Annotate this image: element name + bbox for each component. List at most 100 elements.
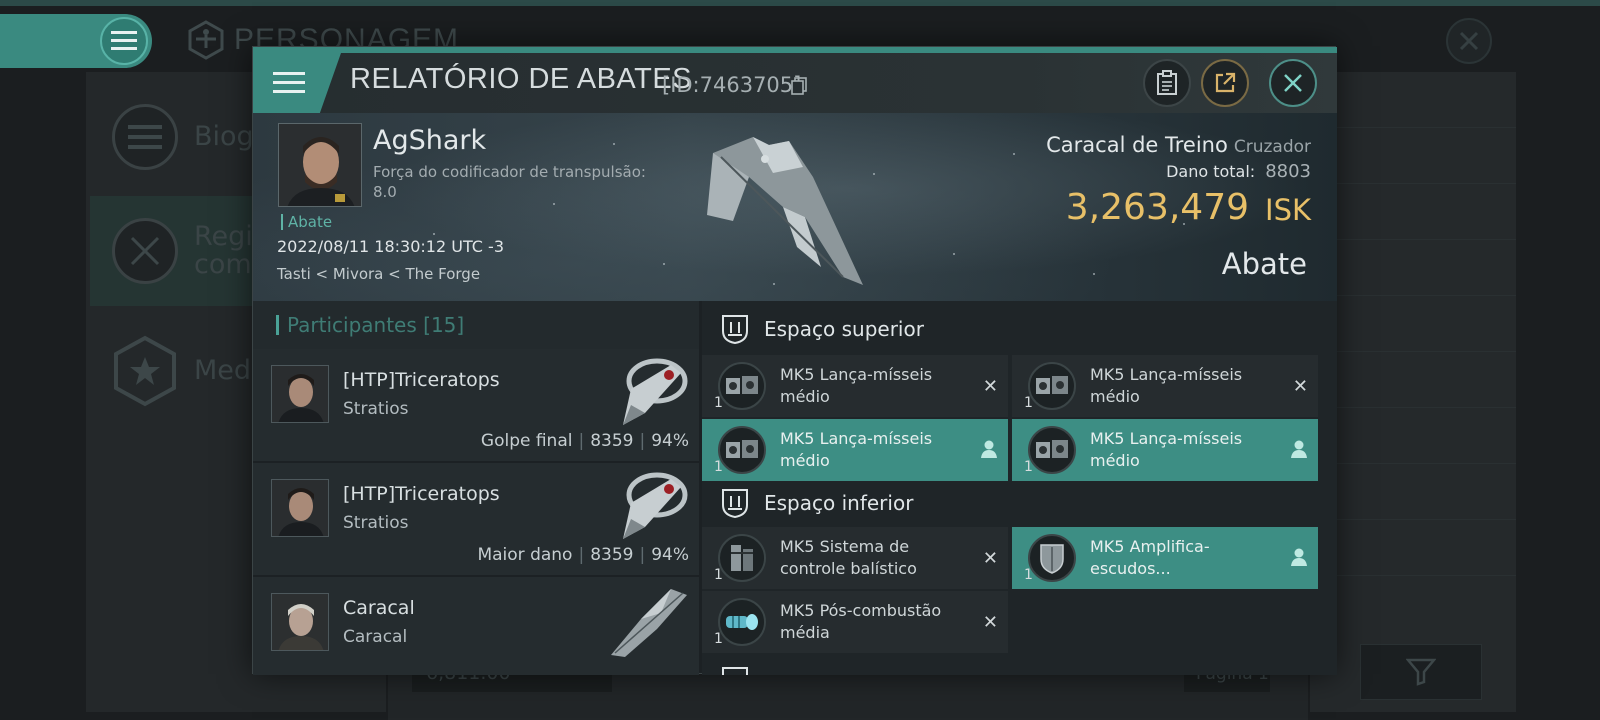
destroyed-icon: ✕ — [982, 612, 998, 633]
module-qty: 1 — [714, 459, 723, 475]
participants-label: Participantes — [287, 313, 417, 337]
participant-damage: 8359 — [590, 545, 634, 565]
module-qty: 1 — [1024, 459, 1033, 475]
participant-portrait[interactable] — [271, 479, 329, 537]
low-slot-icon — [722, 489, 748, 519]
module-item[interactable]: 1 MK5 Lança-mísseis médio ✕ — [702, 355, 1008, 417]
low-slot-label: Espaço inferior — [764, 491, 914, 515]
participant-row[interactable]: [HTP]Triceratops Stratios Golpe final | 83… — [253, 349, 699, 463]
high-slot-label: Espaço superior — [764, 317, 924, 341]
total-damage: Dano total: 8803 — [1166, 161, 1311, 182]
isk-unit: ISK — [1265, 193, 1311, 227]
destroyed-icon: ✕ — [982, 376, 998, 397]
participant-portrait[interactable] — [271, 365, 329, 423]
share-icon — [1215, 72, 1236, 93]
module-name: MK5 Sistema de controle balístico — [780, 537, 917, 578]
warp-strength-value: 8.0 — [373, 183, 397, 201]
module-item[interactable]: 1 MK5 Amplifica-escudos... — [1012, 527, 1318, 589]
participant-percent: 94% — [651, 545, 689, 565]
ship-class: Cruzador — [1233, 137, 1311, 157]
module-item[interactable]: 1 MK5 Sistema de controle balístico ✕ — [702, 527, 1008, 589]
kill-result: Abate — [1221, 247, 1307, 281]
high-slot-icon — [722, 315, 748, 345]
victim-banner: AgShark Força do codificador de transpul… — [253, 113, 1337, 301]
close-dialog-button[interactable] — [1269, 59, 1317, 107]
victim-portrait[interactable] — [278, 123, 362, 207]
participant-role: Golpe final — [480, 431, 573, 451]
participants-panel: Participantes [15] [HTP]Triceratops Stra… — [253, 301, 699, 675]
ballistic-control-icon — [718, 534, 766, 582]
participant-ship: Stratios — [343, 513, 409, 533]
kill-datetime: 2022/08/11 18:30:12 UTC -3 — [277, 237, 505, 256]
main-menu-button[interactable] — [0, 14, 152, 68]
kill-report-dialog: RELATÓRIO DE ABATES [ID:7463705] AgShark… — [252, 46, 1337, 675]
module-qty: 1 — [1024, 567, 1033, 583]
module-item[interactable]: 1 MK5 Pós-combustão média ✕ — [702, 591, 1008, 653]
clipboard-button[interactable] — [1143, 59, 1191, 107]
copy-id-icon[interactable] — [791, 77, 807, 95]
destroyed-icon: ✕ — [982, 548, 998, 569]
kill-location[interactable]: Tasti < Mivora < The Forge — [277, 265, 480, 283]
module-name: MK5 Lança-mísseis médio — [780, 429, 933, 470]
share-button[interactable] — [1201, 59, 1249, 107]
missile-launcher-icon — [718, 426, 766, 474]
participant-stats: Maior dano | 8359 | 94% — [477, 545, 689, 565]
list-icon — [112, 104, 178, 170]
missile-launcher-icon — [1028, 426, 1076, 474]
kill-id: [ID:7463705] — [662, 73, 802, 97]
participant-row[interactable]: [HTP]Triceratops Stratios Maior dano | 835… — [253, 463, 699, 577]
participant-row[interactable]: Caracal Caracal — [253, 577, 699, 675]
shield-amplifier-icon — [1028, 534, 1076, 582]
isk-value: 3,263,479 — [1065, 187, 1249, 228]
next-slot-header — [702, 655, 1337, 675]
victim-name[interactable]: AgShark — [373, 125, 486, 156]
module-qty: 1 — [714, 395, 723, 411]
module-qty: 1 — [714, 567, 723, 583]
victim-ship-image — [707, 137, 863, 285]
participant-ship: Caracal — [343, 627, 408, 647]
participant-ship-image — [611, 589, 687, 657]
module-item[interactable]: 1 MK5 Lança-mísseis médio ✕ — [1012, 355, 1318, 417]
kill-type-tag: Abate — [281, 214, 332, 230]
dropped-person-icon — [981, 440, 997, 458]
ship-name-text: Caracal de Treino — [1046, 133, 1228, 157]
module-qty: 1 — [1024, 395, 1033, 411]
close-icon — [1459, 31, 1479, 51]
participant-percent: 94% — [651, 431, 689, 451]
crossed-swords-icon — [112, 218, 178, 284]
close-screen-button[interactable] — [1446, 18, 1492, 64]
module-name: MK5 Pós-combustão média — [780, 601, 942, 642]
missile-launcher-icon — [1028, 362, 1076, 410]
module-name: MK5 Amplifica-escudos... — [1090, 537, 1210, 578]
participant-name: [HTP]Triceratops — [343, 483, 500, 505]
warp-strength-label: Força do codificador de transpulsão: — [373, 163, 646, 181]
participant-name: [HTP]Triceratops — [343, 369, 500, 391]
star-badge-icon — [112, 335, 178, 407]
module-name: MK5 Lança-mísseis médio — [1090, 429, 1243, 470]
module-name: MK5 Lança-mísseis médio — [1090, 365, 1243, 406]
dropped-person-icon — [1291, 548, 1307, 566]
menu-item-kill-records-label: Regi com — [194, 221, 253, 280]
module-qty: 1 — [714, 631, 723, 647]
menu-icon — [100, 17, 148, 65]
slot-icon — [722, 667, 748, 675]
top-accent-line — [0, 0, 1600, 6]
module-item[interactable]: 1 MK5 Lança-mísseis médio — [1012, 419, 1318, 481]
clipboard-icon — [1157, 70, 1177, 95]
participants-header[interactable]: Participantes [15] — [253, 301, 699, 349]
dropped-person-icon — [1291, 440, 1307, 458]
total-damage-value: 8803 — [1265, 161, 1311, 182]
total-damage-label: Dano total: — [1166, 162, 1256, 181]
menu-icon — [273, 72, 305, 93]
participant-portrait[interactable] — [271, 593, 329, 651]
victim-ship-name[interactable]: Caracal de Treino Cruzador — [1046, 133, 1311, 157]
module-item[interactable]: 1 MK5 Lança-mísseis médio — [702, 419, 1008, 481]
vitruvian-icon — [188, 20, 224, 60]
filter-icon — [1406, 658, 1436, 686]
participant-role: Maior dano — [477, 545, 573, 565]
fitting-panel: Espaço superior 1 MK5 Lança-mísseis médi… — [702, 301, 1337, 675]
filter-button[interactable] — [1360, 644, 1482, 700]
dialog-title: RELATÓRIO DE ABATES — [350, 63, 693, 95]
participants-count: [15] — [423, 313, 465, 337]
destroyed-icon: ✕ — [1292, 376, 1308, 397]
